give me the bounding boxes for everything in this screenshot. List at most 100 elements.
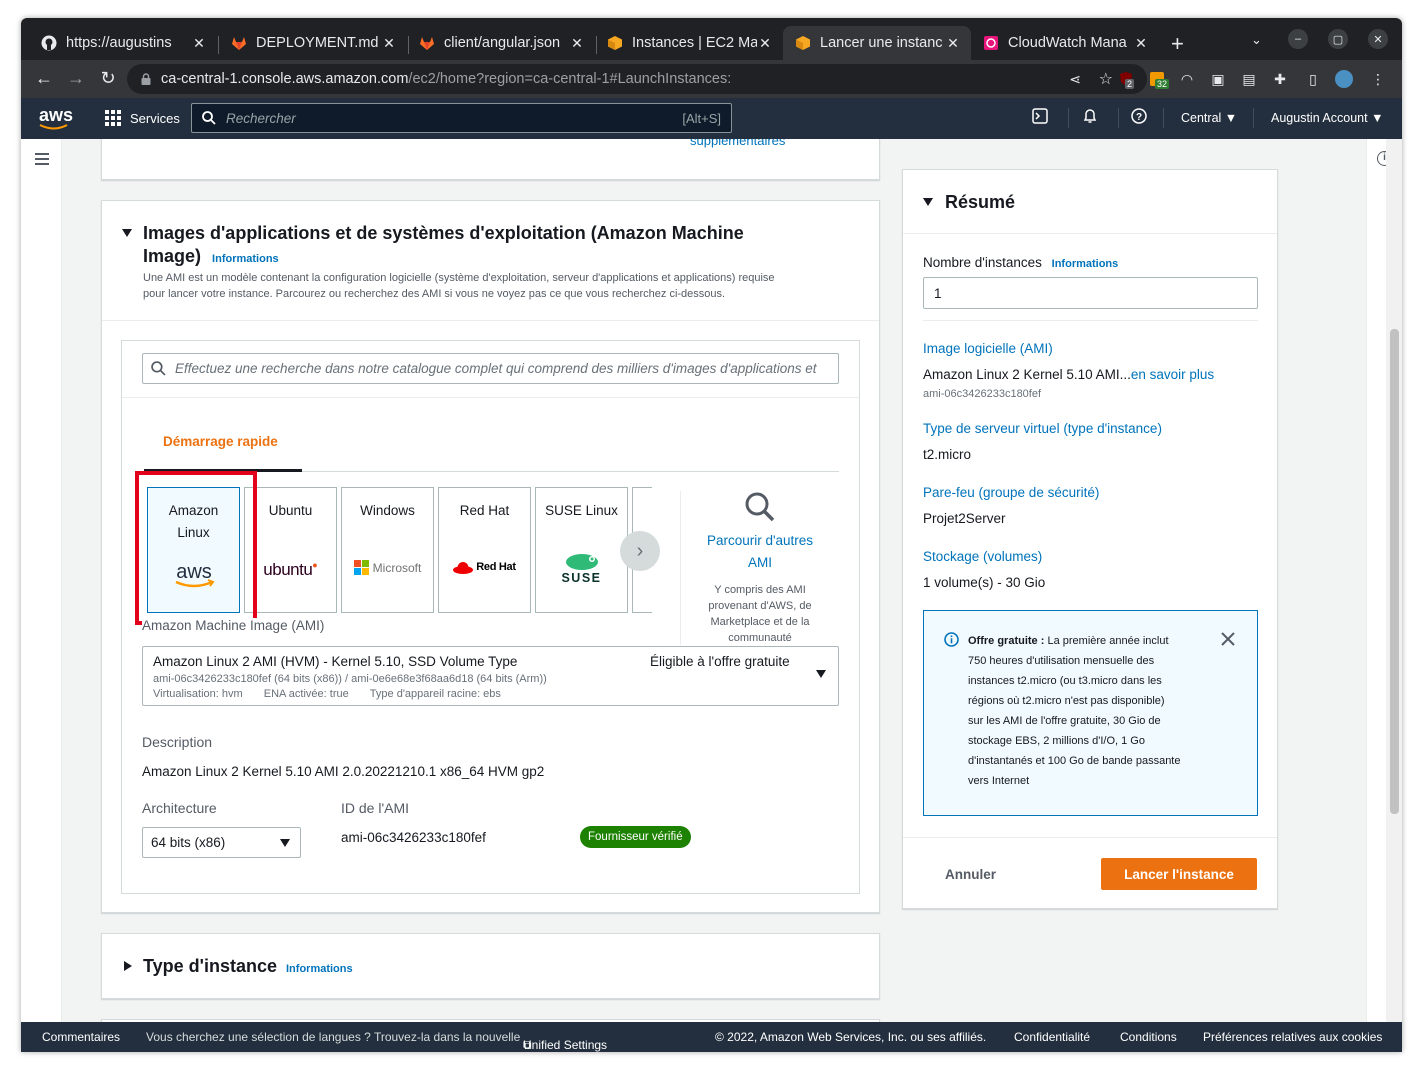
summary-storage-link[interactable]: Stockage (volumes) bbox=[923, 549, 1042, 564]
feedback-link[interactable]: Commentaires bbox=[42, 1030, 120, 1044]
tab-close-icon[interactable]: ✕ bbox=[1133, 35, 1149, 52]
menu-hamburger-icon[interactable] bbox=[35, 153, 49, 168]
browser-menu-icon[interactable]: ⋮ bbox=[1369, 70, 1387, 88]
reload-icon[interactable]: ↻ bbox=[97, 68, 119, 89]
tab-close-icon[interactable]: ✕ bbox=[191, 35, 207, 52]
ami-id-label: ID de l'AMI bbox=[341, 800, 410, 816]
tab-launch-instance[interactable]: Lancer une instanc ✕ bbox=[783, 26, 971, 60]
ami-select[interactable]: Amazon Linux 2 AMI (HVM) - Kernel 5.10, … bbox=[142, 646, 839, 706]
region-selector[interactable]: Central ▼ bbox=[1181, 111, 1237, 125]
browse-more-amis[interactable]: Parcourir d'autres AMI Y compris des AMI… bbox=[690, 491, 830, 646]
aws-logo[interactable]: aws bbox=[39, 105, 74, 130]
select-caret-icon bbox=[280, 839, 290, 847]
side-panel-icon[interactable]: ▯ bbox=[1304, 70, 1322, 88]
ami-section-title: Images d'applications et de systèmes d'e… bbox=[143, 222, 744, 271]
summary-ami-link[interactable]: Image logicielle (AMI) bbox=[923, 341, 1053, 356]
aws-box-icon bbox=[607, 35, 623, 51]
summary-storage-value: 1 volume(s) - 30 Gio bbox=[923, 575, 1046, 590]
instance-count-input[interactable]: 1 bbox=[923, 277, 1258, 309]
profile-avatar[interactable] bbox=[1335, 70, 1353, 88]
notifications-bell-icon[interactable] bbox=[1080, 108, 1100, 129]
main-content: supplémentaires Images d'applications et… bbox=[21, 139, 1402, 1022]
bookmark-star-icon[interactable]: ☆ bbox=[1099, 69, 1113, 89]
ubuntu-logo-icon: ubuntu ● bbox=[263, 560, 318, 579]
ami-info-link[interactable]: Informations bbox=[212, 253, 279, 265]
tab-close-icon[interactable]: ✕ bbox=[381, 35, 397, 52]
back-arrow-icon[interactable]: ← bbox=[33, 68, 55, 89]
minimize-icon[interactable]: – bbox=[1288, 29, 1308, 49]
help-icon[interactable]: ? bbox=[1129, 108, 1149, 129]
ami-free-tier-label: Éligible à l'offre gratuite bbox=[650, 654, 790, 669]
summary-firewall-link[interactable]: Pare-feu (groupe de sécurité) bbox=[923, 485, 1099, 500]
free-tier-line: sur les AMI de l'offre gratuite, 30 Gio … bbox=[968, 715, 1161, 727]
extension-badge: 2 bbox=[1125, 79, 1135, 89]
previous-section-link[interactable]: supplémentaires bbox=[690, 139, 785, 148]
aws-footer: Commentaires Vous cherchez une sélection… bbox=[21, 1022, 1402, 1052]
new-tab-plus-icon[interactable]: + bbox=[1171, 31, 1184, 57]
tab-title: DEPLOYMENT.md bbox=[256, 35, 379, 51]
ublock-extension-icon[interactable]: 2 bbox=[1117, 70, 1135, 89]
scrollbar-thumb[interactable] bbox=[1390, 329, 1399, 814]
microsoft-logo-icon: Microsoft bbox=[342, 560, 433, 575]
summary-title: Résumé bbox=[945, 192, 1016, 212]
tab-title: CloudWatch Mana bbox=[1008, 35, 1127, 51]
page-scrollbar[interactable] bbox=[1386, 139, 1402, 1022]
expand-caret-icon[interactable] bbox=[124, 961, 132, 971]
ami-search-input[interactable]: Effectuez une recherche dans notre catal… bbox=[142, 353, 839, 384]
forward-arrow-icon[interactable]: → bbox=[65, 68, 87, 89]
document-extension-icon[interactable]: ▤ bbox=[1240, 70, 1258, 88]
tab-github[interactable]: https://augustins ✕ bbox=[29, 26, 217, 60]
ami-card-suse[interactable]: SUSE Linux SUSE bbox=[535, 487, 628, 613]
ami-title-line2: Image) bbox=[143, 246, 202, 266]
address-bar[interactable]: ca-central-1.console.aws.amazon.com/ec2/… bbox=[127, 64, 1147, 94]
summary-ami-id: ami-06c3426233c180fef bbox=[923, 388, 1042, 400]
tab-deployment[interactable]: DEPLOYMENT.md ✕ bbox=[219, 26, 407, 60]
cookie-preferences-link[interactable]: Préférences relatives aux cookies bbox=[1203, 1030, 1382, 1044]
tab-ec2-instances[interactable]: Instances | EC2 Ma ✕ bbox=[595, 26, 783, 60]
account-menu[interactable]: Augustin Account ▼ bbox=[1271, 111, 1383, 125]
ami-desc-line2: pour lancer votre instance. Parcourez ou… bbox=[143, 288, 726, 300]
aws-logo-text: aws bbox=[39, 105, 74, 125]
tab-close-icon[interactable]: ✕ bbox=[757, 35, 773, 52]
collapse-caret-icon[interactable] bbox=[923, 198, 933, 206]
terms-link[interactable]: Conditions bbox=[1120, 1030, 1177, 1044]
instance-type-info-link[interactable]: Informations bbox=[286, 963, 353, 975]
close-icon[interactable] bbox=[1221, 632, 1235, 646]
arc-extension-icon[interactable]: ◠ bbox=[1178, 70, 1196, 88]
previous-section-panel: supplémentaires bbox=[101, 139, 880, 180]
tab-cloudwatch[interactable]: CloudWatch Mana ✕ bbox=[971, 26, 1159, 60]
aws-search-input[interactable]: Rechercher [Alt+S] bbox=[191, 103, 732, 133]
extension-orange-icon[interactable]: 32 bbox=[1148, 70, 1170, 89]
share-icon[interactable]: ⋖ bbox=[1069, 71, 1081, 88]
browse-link[interactable]: Parcourir d'autres AMI bbox=[690, 530, 830, 574]
launch-instance-button[interactable]: Lancer l'instance bbox=[1101, 858, 1257, 890]
mask-extension-icon[interactable]: ▣ bbox=[1209, 70, 1227, 88]
svg-text:?: ? bbox=[1136, 112, 1142, 123]
ami-card-red-hat[interactable]: Red Hat Red Hat bbox=[438, 487, 531, 613]
instance-count-info-link[interactable]: Informations bbox=[1052, 258, 1119, 270]
select-caret-icon bbox=[816, 670, 826, 678]
cancel-button[interactable]: Annuler bbox=[945, 867, 996, 882]
carousel-next-arrow-icon[interactable]: › bbox=[620, 531, 660, 571]
url-path: /ec2/home?region=ca-central-1#LaunchInst… bbox=[408, 71, 732, 87]
tab-close-icon[interactable]: ✕ bbox=[569, 35, 585, 52]
tab-angular-json[interactable]: client/angular.json ✕ bbox=[407, 26, 595, 60]
summary-instance-type-link[interactable]: Type de serveur virtuel (type d'instance… bbox=[923, 421, 1162, 436]
ami-card-ubuntu[interactable]: Ubuntu ubuntu ● bbox=[244, 487, 337, 613]
maximize-icon[interactable]: ▢ bbox=[1328, 29, 1348, 49]
ami-card-windows[interactable]: Windows Microsoft bbox=[341, 487, 434, 613]
summary-ami-value: Amazon Linux 2 Kernel 5.10 AMI... bbox=[923, 367, 1131, 382]
tab-search-chevron-icon[interactable]: ⌄ bbox=[1251, 32, 1262, 48]
tab-close-icon[interactable]: ✕ bbox=[945, 35, 961, 52]
architecture-select[interactable]: 64 bits (x86) bbox=[142, 827, 301, 858]
suse-logo-icon: SUSE bbox=[536, 551, 627, 585]
summary-ami-learn-more[interactable]: en savoir plus bbox=[1131, 367, 1214, 382]
cloudshell-icon[interactable] bbox=[1030, 108, 1050, 129]
tab-quick-start[interactable]: Démarrage rapide bbox=[144, 434, 302, 472]
collapse-caret-icon[interactable] bbox=[122, 229, 132, 237]
puzzle-extensions-icon[interactable]: ✚ bbox=[1271, 70, 1289, 88]
privacy-link[interactable]: Confidentialité bbox=[1014, 1030, 1090, 1044]
services-menu[interactable]: Services bbox=[105, 110, 180, 126]
services-grid-icon bbox=[105, 110, 121, 126]
window-close-icon[interactable]: ✕ bbox=[1368, 29, 1388, 49]
